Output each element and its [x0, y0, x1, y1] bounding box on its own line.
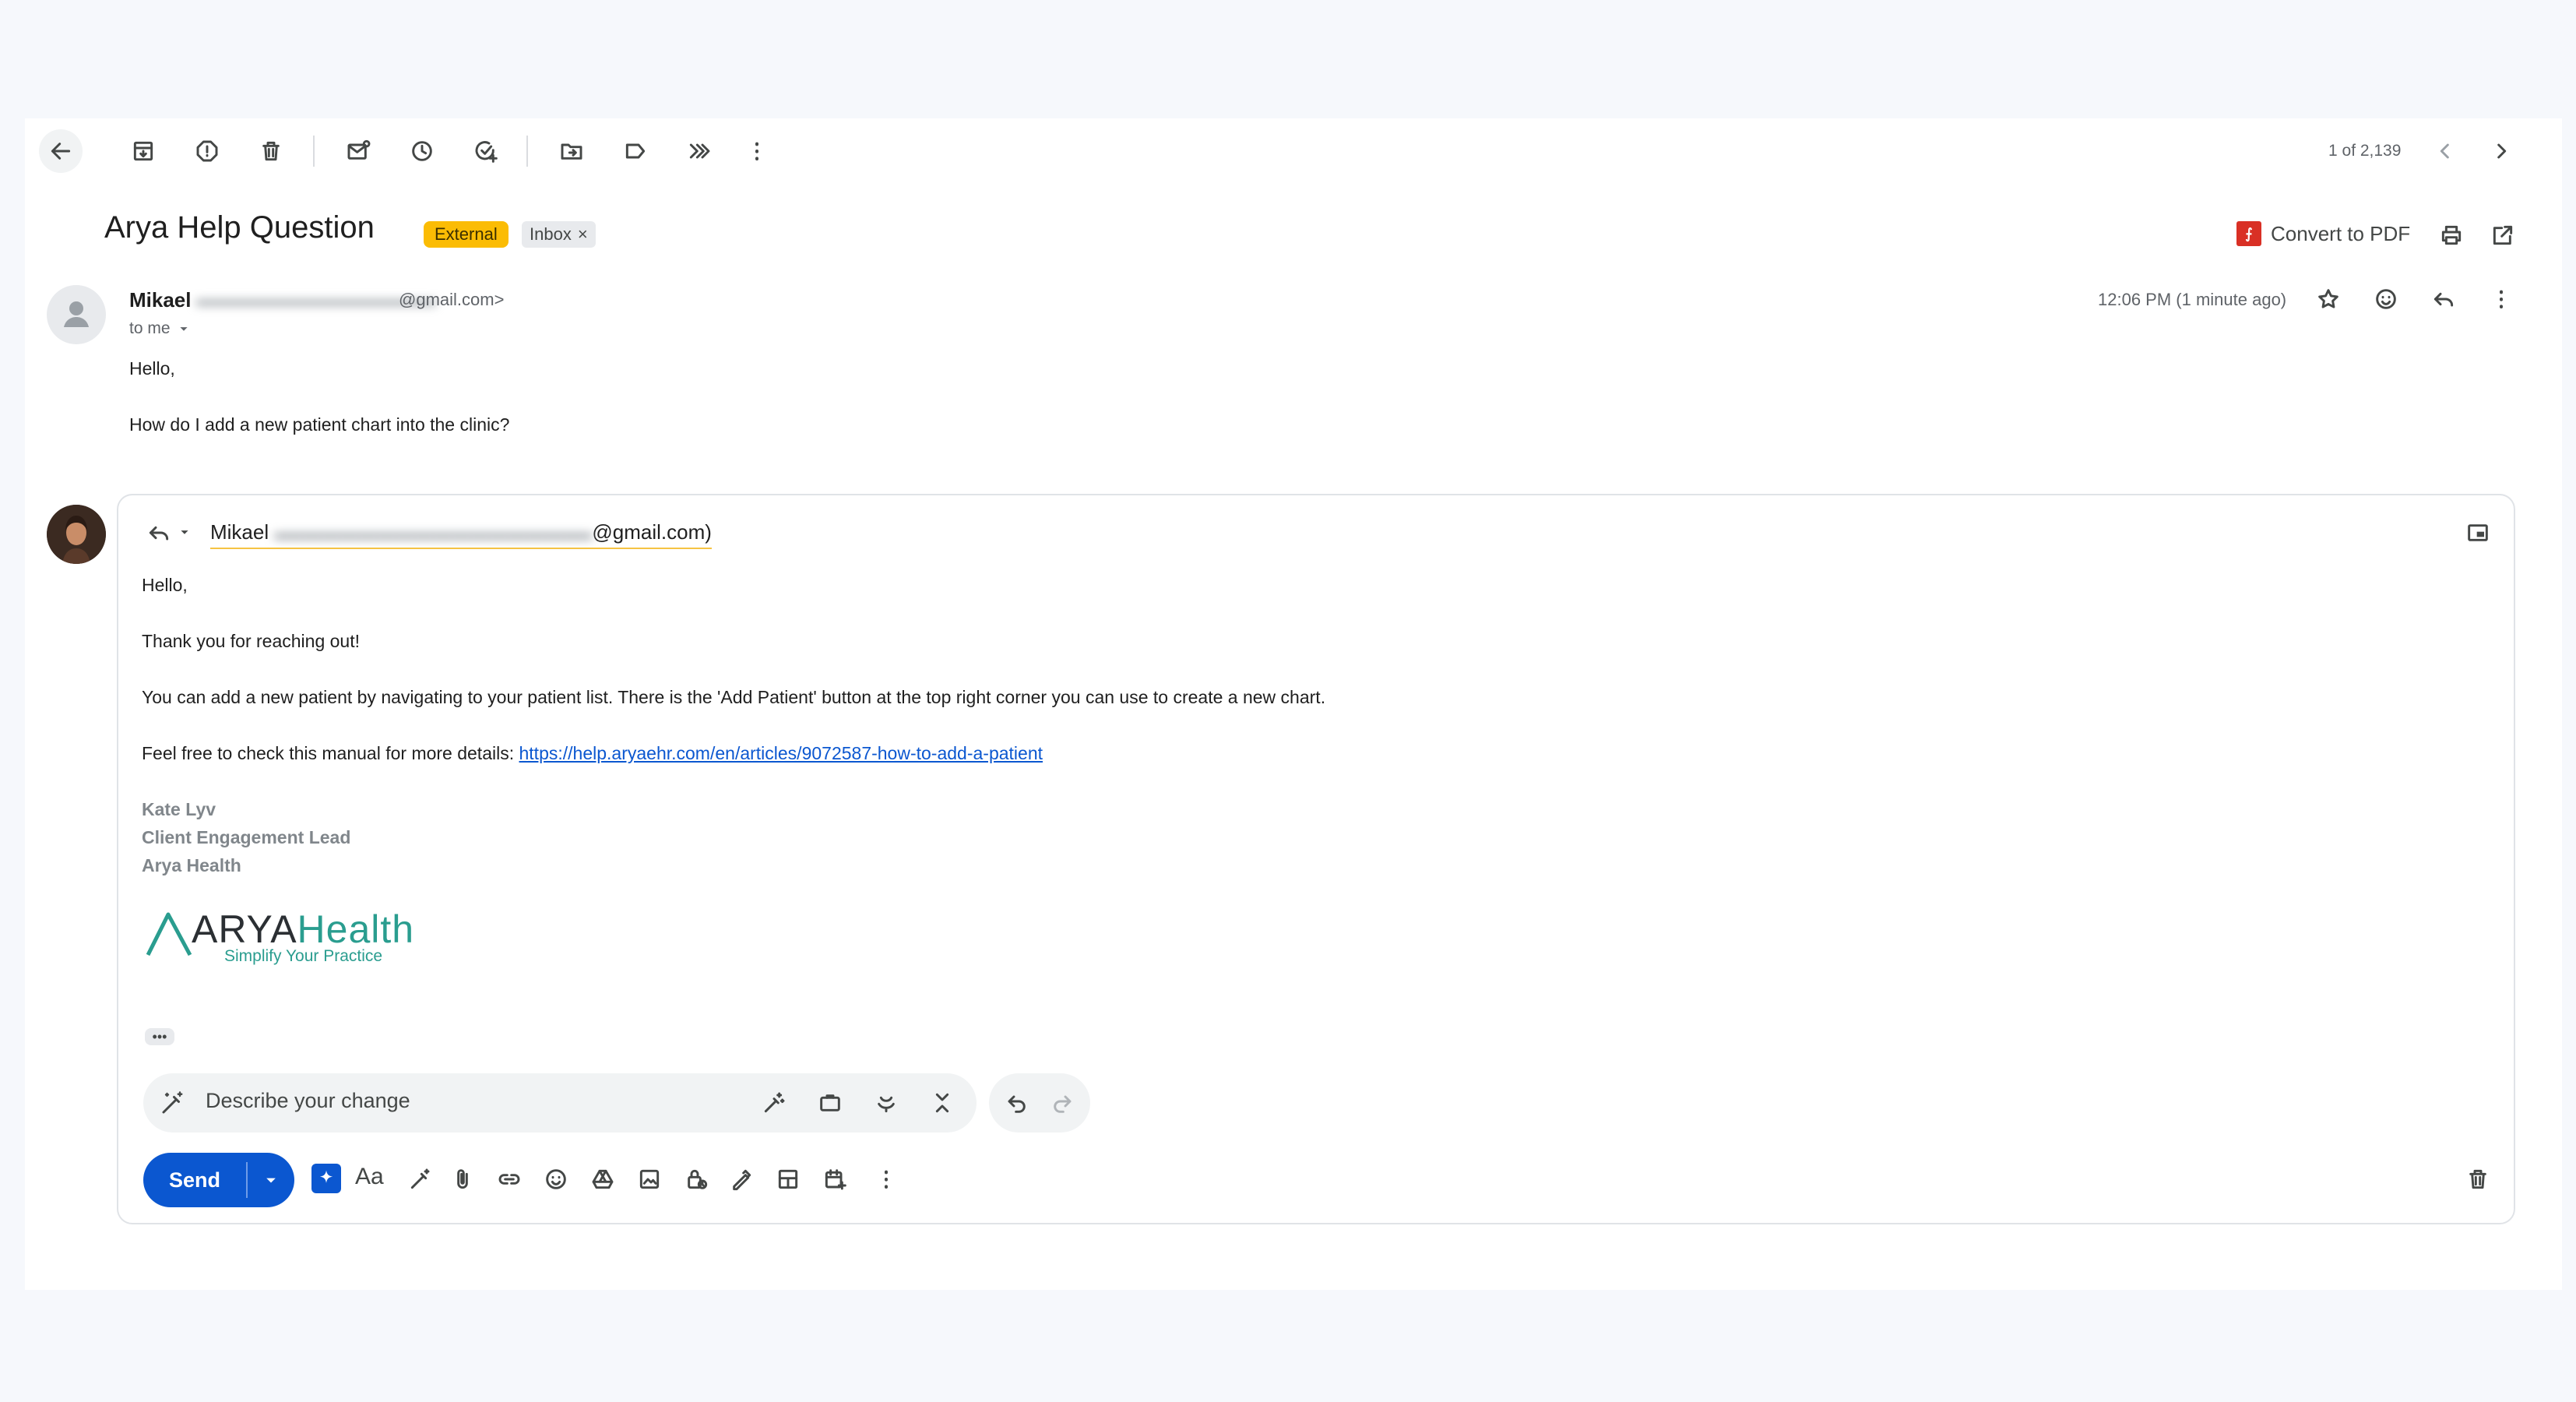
chevron-left-icon[interactable] — [2423, 129, 2467, 173]
arya-logo-wordmark: ARYAHealth — [192, 907, 414, 952]
undo-icon[interactable] — [995, 1081, 1039, 1125]
mark-unread-icon[interactable] — [336, 129, 380, 173]
send-button-group: Send — [143, 1153, 294, 1207]
signature-title: Client Engagement Lead — [142, 827, 351, 847]
toolbar-separator — [313, 136, 315, 167]
reply-link-prefix: Feel free to check this manual for more … — [142, 743, 519, 763]
show-trimmed-content-button[interactable]: ••• — [145, 1028, 174, 1045]
report-spam-icon[interactable] — [185, 129, 229, 173]
reply-recipient-redacted: ▬▬▬▬▬▬▬▬▬▬▬▬▬▬▬▬▬ — [274, 523, 593, 544]
signature-icon[interactable] — [720, 1157, 763, 1201]
logo-tagline: Simplify Your Practice — [224, 947, 383, 965]
convert-to-pdf-label: Convert to PDF — [2271, 221, 2411, 245]
signature-company: Arya Health — [142, 855, 241, 875]
recipient-details-toggle[interactable]: to me — [129, 319, 192, 338]
open-new-window-icon[interactable] — [2481, 213, 2525, 257]
chevron-right-icon[interactable] — [2479, 129, 2523, 173]
redo-icon[interactable] — [1040, 1081, 1084, 1125]
ai-write-icon[interactable] — [399, 1157, 442, 1201]
discard-draft-icon[interactable] — [2456, 1157, 2500, 1201]
sender-name: Mikael — [129, 288, 192, 312]
reply-icon[interactable] — [2422, 277, 2465, 321]
inbox-label-chip[interactable]: Inbox × — [522, 221, 596, 248]
attach-file-icon[interactable] — [441, 1157, 484, 1201]
back-arrow-icon[interactable] — [39, 129, 83, 173]
reply-line: Feel free to check this manual for more … — [142, 743, 1043, 764]
schedule-meeting-icon[interactable] — [813, 1157, 857, 1201]
remove-label-icon[interactable]: × — [578, 224, 588, 245]
forward-all-icon[interactable] — [677, 129, 721, 173]
more-options-icon[interactable] — [864, 1157, 908, 1201]
reply-line: You can add a new patient by navigating … — [142, 687, 1326, 707]
reply-recipient[interactable]: Mikael ▬▬▬▬▬▬▬▬▬▬▬▬▬▬▬▬▬@gmail.com) — [210, 520, 712, 549]
insert-photo-icon[interactable] — [628, 1157, 671, 1201]
pop-out-icon[interactable] — [2456, 511, 2500, 555]
reply-recipient-email: @gmail.com) — [592, 520, 712, 544]
email-subject: Arya Help Question — [104, 210, 375, 245]
reply-line: Thank you for reaching out! — [142, 631, 360, 651]
polish-icon[interactable] — [752, 1081, 796, 1125]
star-icon[interactable] — [2307, 277, 2350, 321]
chevron-down-icon — [266, 1178, 276, 1183]
confidential-mode-icon[interactable] — [674, 1157, 718, 1201]
chevron-down-icon — [179, 327, 188, 331]
email-timestamp: 12:06 PM (1 minute ago) — [2098, 290, 2287, 309]
signature-name: Kate Lyv — [142, 799, 216, 819]
email-body-line: How do I add a new patient chart into th… — [129, 414, 510, 435]
emoji-reaction-icon[interactable] — [2364, 277, 2408, 321]
insert-emoji-icon[interactable] — [534, 1157, 578, 1201]
reply-recipient-name: Mikael — [210, 520, 269, 544]
logo-arya: ARYA — [192, 907, 297, 951]
inbox-label-text: Inbox — [530, 224, 572, 244]
shorten-icon[interactable] — [864, 1081, 908, 1125]
arya-logo-mark — [146, 912, 192, 956]
more-vert-icon[interactable] — [735, 129, 779, 173]
to-me-label: to me — [129, 319, 171, 337]
pagination-count: 1 of 2,139 — [2328, 142, 2402, 160]
sender-avatar — [47, 285, 106, 344]
chevron-down-icon[interactable] — [176, 523, 193, 541]
gemini-assist-icon[interactable] — [311, 1164, 341, 1193]
archive-icon[interactable] — [121, 129, 165, 173]
convert-to-pdf-button[interactable]: ⨍ Convert to PDF — [2236, 221, 2410, 246]
magic-pen-icon — [162, 1091, 183, 1114]
pdf-icon: ⨍ — [2236, 221, 2261, 246]
label-icon[interactable] — [614, 129, 657, 173]
formalize-icon[interactable] — [808, 1081, 852, 1125]
reply-greeting: Hello, — [142, 575, 188, 595]
layouts-icon[interactable] — [766, 1157, 810, 1201]
send-options-button[interactable] — [248, 1153, 294, 1207]
reply-type-icon[interactable] — [137, 511, 181, 555]
sender-email: @gmail.com> — [399, 290, 505, 309]
add-task-icon[interactable] — [464, 129, 508, 173]
user-avatar[interactable] — [47, 505, 106, 564]
insert-link-icon[interactable] — [487, 1157, 531, 1201]
describe-change-input[interactable]: Describe your change — [206, 1089, 410, 1113]
toolbar-separator — [526, 136, 528, 167]
print-icon[interactable] — [2430, 213, 2473, 257]
sparkle-icon — [319, 1170, 333, 1183]
send-button[interactable]: Send — [143, 1153, 246, 1207]
google-drive-icon[interactable] — [581, 1157, 625, 1201]
delete-icon[interactable] — [249, 129, 293, 173]
collapse-icon[interactable] — [920, 1081, 964, 1125]
external-badge: External — [424, 221, 509, 248]
message-more-icon[interactable] — [2479, 277, 2523, 321]
snooze-icon[interactable] — [400, 129, 444, 173]
logo-health: Health — [297, 907, 415, 951]
move-to-icon[interactable] — [550, 129, 593, 173]
email-body-line: Hello, — [129, 358, 175, 379]
avatar-photo — [47, 505, 106, 564]
help-article-link[interactable]: https://help.aryaehr.com/en/articles/907… — [519, 743, 1043, 763]
formatting-options-button[interactable]: Aa — [355, 1164, 384, 1190]
person-icon — [64, 301, 89, 327]
